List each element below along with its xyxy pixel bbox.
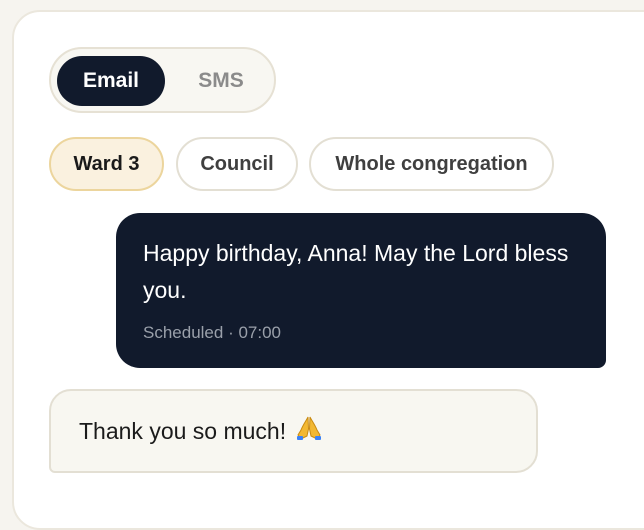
audience-chip-council[interactable]: Council: [176, 137, 298, 191]
audience-chip-whole-congregation[interactable]: Whole congregation: [309, 137, 554, 191]
praying-hands-icon: [295, 393, 323, 473]
email-toggle-button[interactable]: Email: [57, 56, 165, 106]
channel-toggle: Email SMS: [49, 47, 276, 113]
incoming-message-text: Thank you so much!: [79, 418, 287, 444]
message-status: Scheduled · 07:00: [143, 323, 281, 342]
audience-chip-ward-3[interactable]: Ward 3: [49, 137, 164, 191]
outgoing-message-text: Happy birthday, Anna! May the Lord bless…: [143, 240, 569, 303]
sms-toggle-button[interactable]: SMS: [171, 56, 271, 106]
outgoing-message-bubble[interactable]: Happy birthday, Anna! May the Lord bless…: [116, 213, 606, 368]
incoming-message-bubble[interactable]: Thank you so much!: [49, 389, 538, 473]
